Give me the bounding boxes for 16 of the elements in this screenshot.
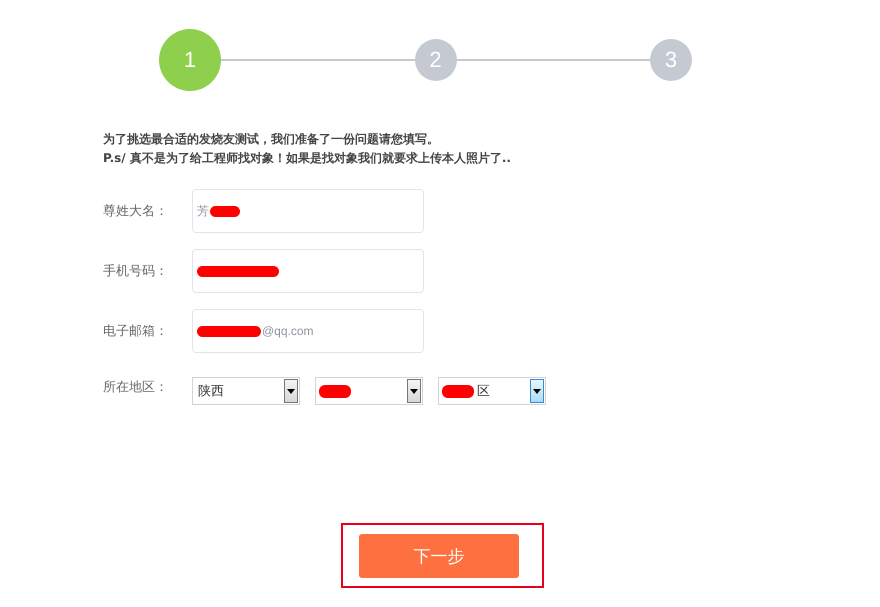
input-field[interactable]: 芳 xyxy=(192,189,424,233)
dropdown[interactable]: 区 xyxy=(438,377,546,405)
input-field[interactable] xyxy=(192,249,424,293)
field-label: 尊姓大名： xyxy=(103,203,169,220)
intro-text: P.s/ 真不是为了给工程师找对象！如果是找对象我们就要求上传本人照片了.. xyxy=(103,151,512,166)
next-button[interactable]: 下一步 xyxy=(359,534,519,578)
step-circle: 3 xyxy=(650,39,692,81)
step-circle: 2 xyxy=(414,39,456,81)
step-circle: 1 xyxy=(159,29,221,91)
dropdown[interactable] xyxy=(315,377,423,405)
dropdown[interactable]: 陕西 xyxy=(192,377,300,405)
field-label: 所在地区： xyxy=(103,379,169,396)
input-field[interactable]: @qq.com xyxy=(192,309,424,353)
field-label: 电子邮箱： xyxy=(103,323,169,340)
intro-text: 为了挑选最合适的发烧友测试，我们准备了一份问题请您填写。 xyxy=(103,132,440,147)
field-label: 手机号码： xyxy=(103,263,169,280)
